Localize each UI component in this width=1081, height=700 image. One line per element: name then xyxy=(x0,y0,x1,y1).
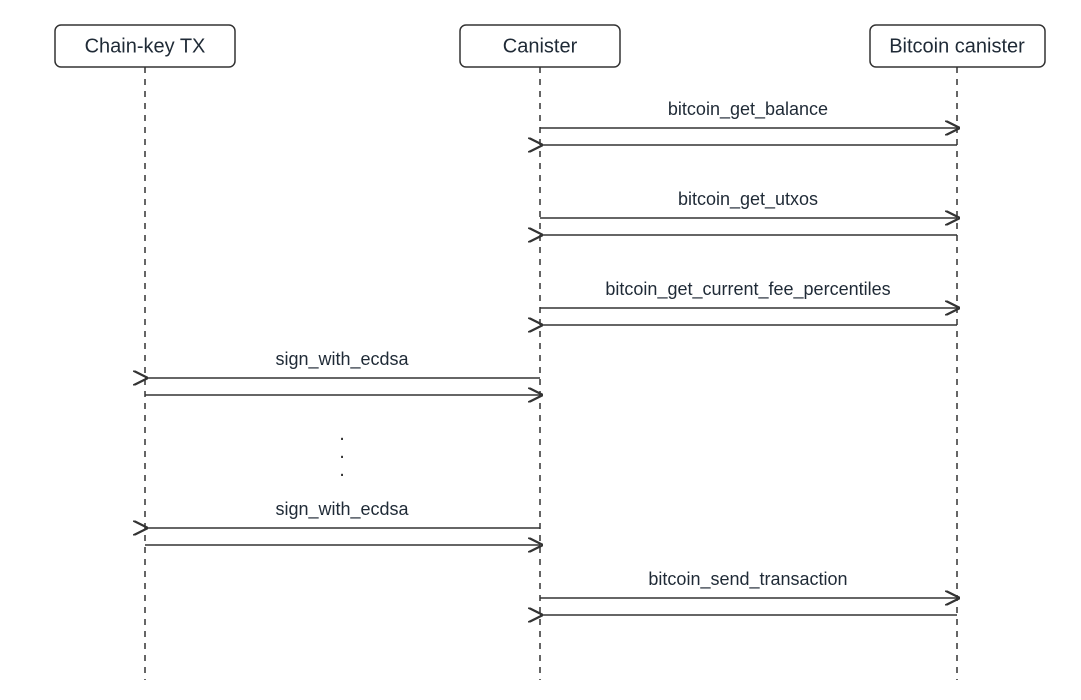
participant-chain-key-tx: Chain-key TX xyxy=(55,25,235,67)
msg-label-get-utxos: bitcoin_get_utxos xyxy=(678,189,818,210)
participant-bitcoin-canister: Bitcoin canister xyxy=(870,25,1045,67)
participant-label: Canister xyxy=(503,35,578,57)
msg-label-fee-pctiles: bitcoin_get_current_fee_percentiles xyxy=(605,279,890,300)
msg-label-get-balance: bitcoin_get_balance xyxy=(668,99,828,120)
msg-label-send-tx: bitcoin_send_transaction xyxy=(648,569,847,590)
msg-label-sign-ecdsa-2: sign_with_ecdsa xyxy=(275,499,409,520)
participant-canister: Canister xyxy=(460,25,620,67)
participant-label: Chain-key TX xyxy=(85,35,206,57)
ellipsis-dot: . xyxy=(339,459,345,481)
msg-label-sign-ecdsa-1: sign_with_ecdsa xyxy=(275,349,409,370)
participant-label: Bitcoin canister xyxy=(889,35,1025,57)
sequence-diagram: Chain-key TX Canister Bitcoin canister b… xyxy=(0,0,1081,700)
